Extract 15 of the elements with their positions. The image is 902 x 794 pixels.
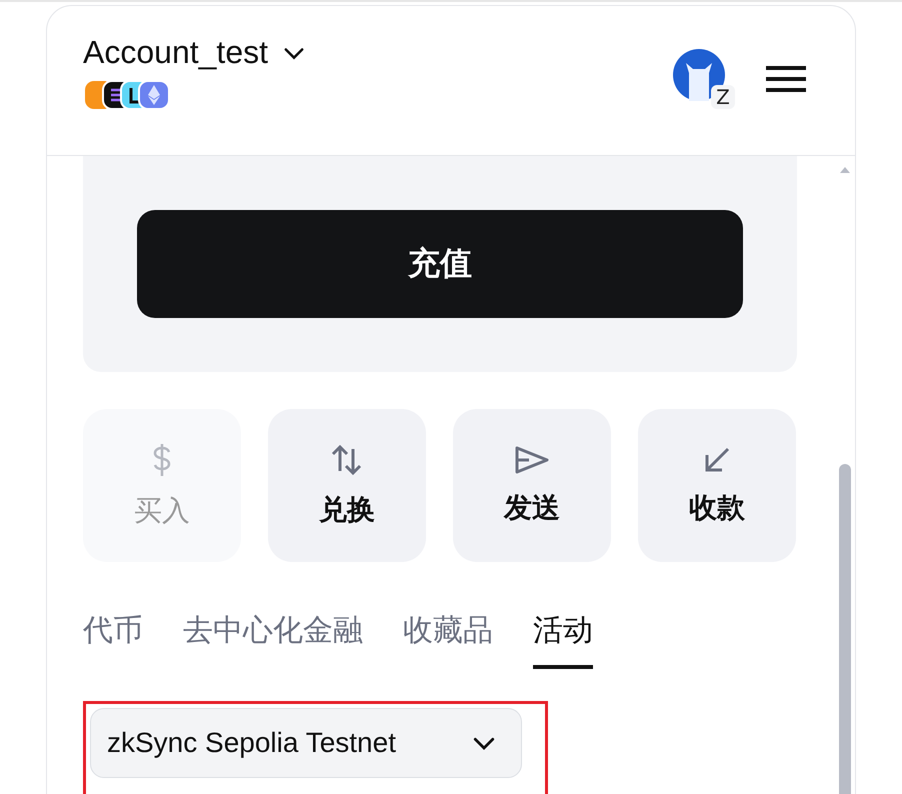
tab[interactable]: 去中心化金融 [183, 610, 363, 669]
menu-icon[interactable] [765, 64, 807, 94]
swap-arrows-icon [331, 442, 363, 476]
tab[interactable]: 代币 [83, 610, 143, 669]
network-badge: Z [711, 85, 735, 109]
tab[interactable]: 收藏品 [403, 610, 493, 669]
action-button[interactable]: 发送 [453, 409, 611, 562]
network-dropdown[interactable]: zkSync Sepolia Testnet [90, 708, 522, 778]
account-selector[interactable]: Account_test [83, 34, 308, 71]
action-button[interactable]: 兑换 [268, 409, 426, 562]
deposit-button[interactable]: 充值 [137, 210, 743, 318]
tab[interactable]: 活动 [533, 610, 593, 669]
action-button[interactable]: 收款 [638, 409, 796, 562]
scrollbar-thumb[interactable] [839, 464, 851, 794]
send-icon [514, 444, 550, 474]
